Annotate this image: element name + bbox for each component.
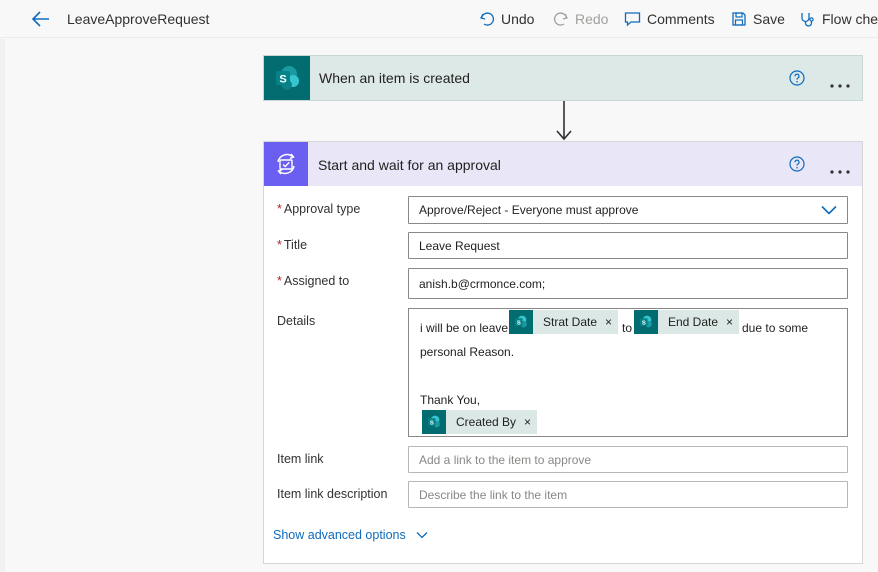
chevron-down-icon xyxy=(416,532,428,539)
details-text: i will be on leave xyxy=(420,321,509,335)
svg-text:S: S xyxy=(517,320,521,326)
flow-checker-button[interactable]: Flow che xyxy=(799,9,878,29)
details-text: Thank You, xyxy=(420,393,481,407)
help-icon[interactable] xyxy=(789,70,805,86)
item-link-label: Item link xyxy=(277,452,324,466)
details-label: Details xyxy=(277,314,316,328)
undo-button[interactable]: Undo xyxy=(479,9,534,29)
sharepoint-icon: S xyxy=(264,56,310,100)
token-label: Created By xyxy=(456,415,517,429)
redo-button[interactable]: Redo xyxy=(553,9,608,29)
sharepoint-icon: S xyxy=(509,310,533,334)
token-end-date[interactable]: S End Date × xyxy=(634,310,740,334)
assigned-to-label: * Assigned to xyxy=(277,274,350,288)
remove-token-icon[interactable]: × xyxy=(726,315,739,329)
save-icon xyxy=(732,12,746,26)
more-options-icon[interactable] xyxy=(829,162,851,174)
details-text: personal Reason. xyxy=(420,345,515,359)
command-bar: LeaveApproveRequest Undo Redo Comments S… xyxy=(0,0,878,38)
save-label: Save xyxy=(753,11,785,27)
approval-type-dropdown[interactable]: Approve/Reject - Everyone must approve xyxy=(408,196,848,224)
flow-checker-label: Flow che xyxy=(822,11,878,27)
sharepoint-icon: S xyxy=(422,410,446,434)
comment-icon xyxy=(624,12,641,27)
svg-text:S: S xyxy=(642,320,646,326)
token-label: Strat Date xyxy=(543,315,598,329)
sharepoint-icon: S xyxy=(634,310,658,334)
approval-type-value: Approve/Reject - Everyone must approve xyxy=(419,203,639,217)
required-marker: * xyxy=(277,202,282,216)
details-text: to xyxy=(622,321,633,335)
item-link-description-placeholder: Describe the link to the item xyxy=(419,487,568,502)
required-marker: * xyxy=(277,274,282,288)
title-value: Leave Request xyxy=(419,238,500,253)
details-text: due to some xyxy=(742,321,809,335)
stethoscope-icon xyxy=(801,12,814,27)
approval-type-label: * Approval type xyxy=(277,202,361,216)
required-marker: * xyxy=(277,238,282,252)
chevron-down-icon xyxy=(821,205,837,215)
approval-title: Start and wait for an approval xyxy=(318,157,501,173)
redo-icon xyxy=(553,12,568,26)
back-button[interactable] xyxy=(30,8,52,30)
remove-token-icon[interactable]: × xyxy=(605,315,618,329)
help-icon[interactable] xyxy=(789,156,805,172)
approval-card-header[interactable]: Start and wait for an approval xyxy=(264,142,862,186)
comments-button[interactable]: Comments xyxy=(624,9,715,29)
title-label: * Title xyxy=(277,238,308,252)
connector-arrow-icon xyxy=(556,101,572,143)
trigger-title: When an item is created xyxy=(319,70,470,86)
item-link-description-label: Item link description xyxy=(277,487,388,501)
show-advanced-options-link[interactable]: Show advanced options xyxy=(273,528,428,542)
token-strat-date[interactable]: S Strat Date × xyxy=(509,310,619,334)
title-input[interactable]: Leave Request xyxy=(408,232,848,259)
token-created-by[interactable]: S Created By × xyxy=(422,410,538,434)
back-arrow-icon xyxy=(31,11,49,27)
redo-label: Redo xyxy=(575,11,609,27)
assigned-to-input[interactable]: anish.b@crmonce.com; xyxy=(408,268,848,299)
advanced-options-label: Show advanced options xyxy=(273,528,406,542)
more-options-icon[interactable] xyxy=(829,76,851,88)
canvas-left-edge xyxy=(0,39,5,572)
details-editor[interactable]: i will be on leave S Strat Date × to S E… xyxy=(408,308,848,437)
remove-token-icon[interactable]: × xyxy=(524,415,537,429)
svg-text:S: S xyxy=(279,74,286,86)
undo-icon xyxy=(480,12,495,26)
comments-label: Comments xyxy=(647,11,715,27)
svg-text:S: S xyxy=(430,420,434,426)
assigned-to-value: anish.b@crmonce.com; xyxy=(419,276,546,291)
flow-name: LeaveApproveRequest xyxy=(67,11,210,27)
item-link-description-input[interactable]: Describe the link to the item xyxy=(408,481,848,508)
token-label: End Date xyxy=(668,315,719,329)
trigger-card[interactable]: S When an item is created xyxy=(263,55,863,101)
save-button[interactable]: Save xyxy=(731,9,785,29)
undo-label: Undo xyxy=(501,11,535,27)
item-link-placeholder: Add a link to the item to approve xyxy=(419,452,592,467)
item-link-input[interactable]: Add a link to the item to approve xyxy=(408,446,848,473)
approval-icon xyxy=(264,142,308,186)
approval-action-card: Start and wait for an approval * Approval… xyxy=(263,141,863,564)
